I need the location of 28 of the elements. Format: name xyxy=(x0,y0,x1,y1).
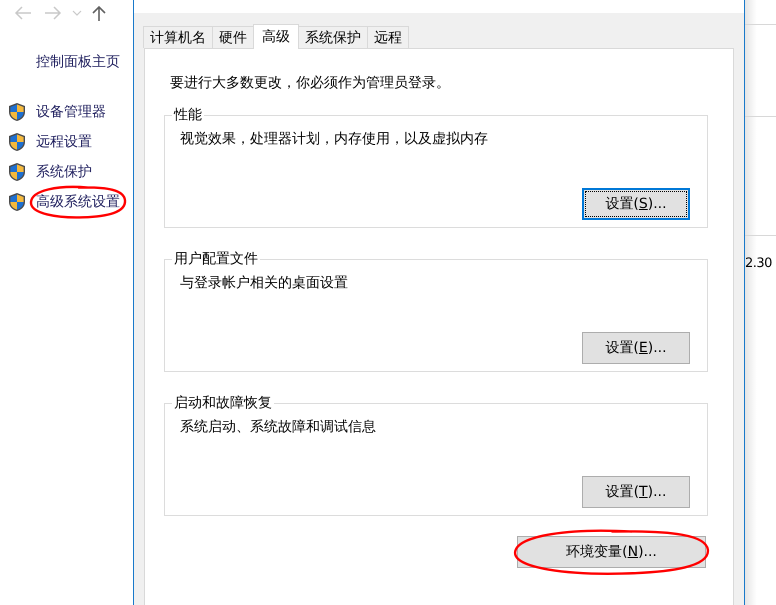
sidebar-link[interactable]: 高级系统设置 xyxy=(36,193,120,211)
up-arrow-icon[interactable] xyxy=(92,5,106,21)
sidebar-link[interactable]: 远程设置 xyxy=(36,133,92,151)
dropdown-caret-icon[interactable] xyxy=(72,9,82,17)
tab[interactable]: 计算机名 xyxy=(143,26,213,48)
admin-notice: 要进行大多数更改，你必须作为管理员登录。 xyxy=(170,74,451,93)
environment-variables-button[interactable]: 环境变量(N)... xyxy=(517,536,706,568)
shield-icon xyxy=(8,192,26,212)
group-title: 性能 xyxy=(172,106,203,124)
shield-icon xyxy=(8,102,26,122)
group-title: 用户配置文件 xyxy=(173,250,259,268)
shield-icon xyxy=(8,162,26,182)
shield-icon xyxy=(8,132,26,152)
group-description: 与登录帐户相关的桌面设置 xyxy=(180,274,349,293)
control-panel-home-link[interactable]: 控制面板主页 xyxy=(36,53,133,81)
tab[interactable]: 高级 xyxy=(253,24,299,49)
group-description: 视觉效果，处理器计划，内存使用，以及虚拟内存 xyxy=(180,130,489,149)
tab[interactable]: 远程 xyxy=(367,26,409,48)
forward-arrow-icon[interactable] xyxy=(44,6,62,20)
settings-button[interactable]: 设置(S)... xyxy=(582,188,690,220)
back-arrow-icon[interactable] xyxy=(14,6,32,20)
value-text: 2.30 xyxy=(745,256,772,271)
sidebar-link[interactable]: 系统保护 xyxy=(36,163,92,181)
group-description: 系统启动、系统故障和调试信息 xyxy=(180,418,377,437)
settings-button[interactable]: 设置(E)... xyxy=(582,332,690,364)
settings-button[interactable]: 设置(T)... xyxy=(582,476,690,508)
group-title: 启动和故障恢复 xyxy=(173,394,273,412)
sidebar-link[interactable]: 设备管理器 xyxy=(36,103,106,121)
